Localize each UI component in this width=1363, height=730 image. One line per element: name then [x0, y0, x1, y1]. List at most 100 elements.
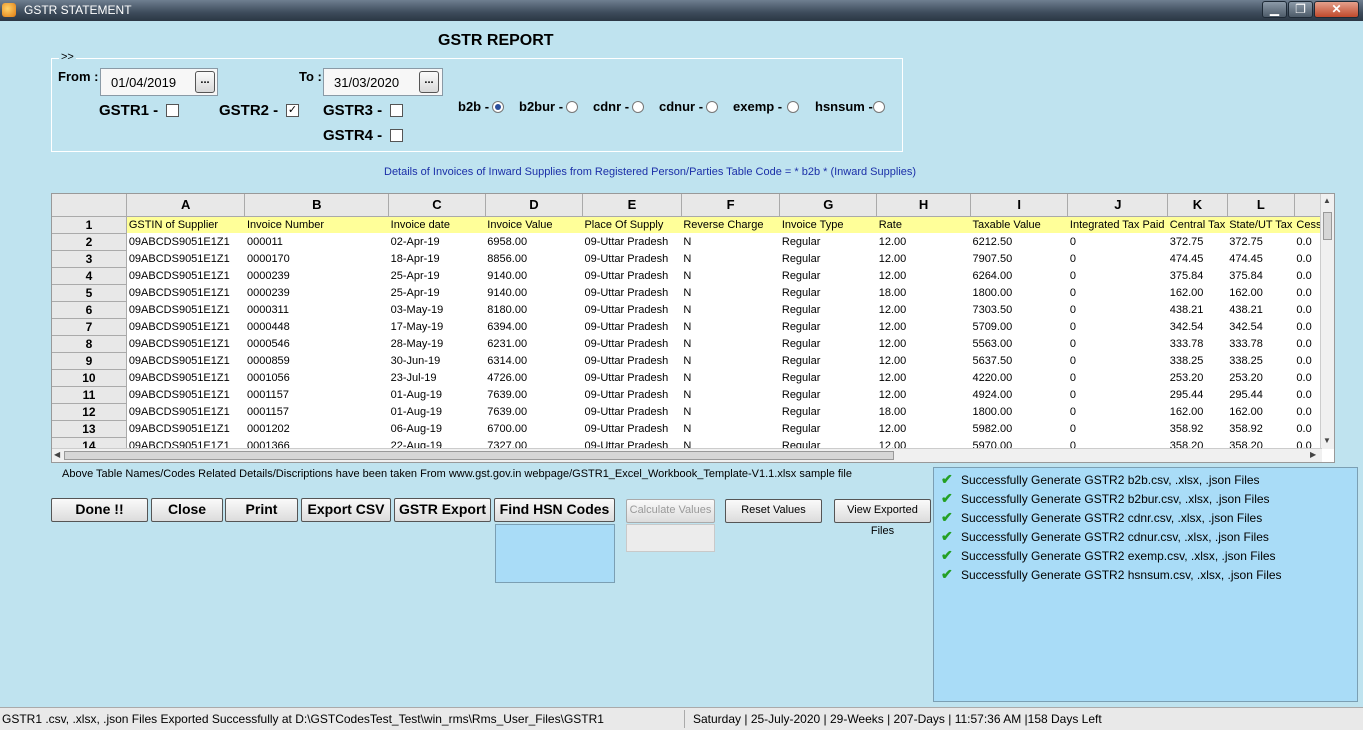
- header-cell[interactable]: Taxable Value: [970, 216, 1068, 233]
- table-cell[interactable]: 09-Uttar Pradesh: [582, 284, 681, 301]
- table-cell[interactable]: 09-Uttar Pradesh: [582, 233, 681, 250]
- close-window-button[interactable]: ✕: [1314, 1, 1359, 18]
- table-row[interactable]: 12 09ABCDS9051E1Z1 0001157 01-Aug-19 7639.0…: [52, 403, 1334, 421]
- table-cell[interactable]: N: [681, 352, 780, 369]
- table-cell[interactable]: 375.84: [1227, 267, 1294, 284]
- column-header[interactable]: K: [1167, 194, 1228, 217]
- column-header[interactable]: H: [876, 194, 971, 217]
- table-cell[interactable]: 12.00: [877, 420, 971, 437]
- table-cell[interactable]: 03-May-19: [389, 301, 486, 318]
- table-cell[interactable]: 09-Uttar Pradesh: [582, 403, 681, 420]
- table-cell[interactable]: 18-Apr-19: [389, 250, 486, 267]
- table-cell[interactable]: 0000448: [245, 318, 389, 335]
- header-cell[interactable]: Central Tax: [1167, 216, 1228, 233]
- table-cell[interactable]: Regular: [780, 301, 877, 318]
- column-header[interactable]: I: [970, 194, 1069, 217]
- table-cell[interactable]: 333.78: [1168, 335, 1227, 352]
- table-cell[interactable]: 09-Uttar Pradesh: [582, 250, 681, 267]
- header-cell[interactable]: Invoice date: [388, 216, 486, 233]
- table-cell[interactable]: 342.54: [1227, 318, 1294, 335]
- maximize-button[interactable]: ❐: [1288, 1, 1313, 18]
- table-cell[interactable]: 12.00: [877, 352, 971, 369]
- grid-corner-cell[interactable]: [52, 194, 127, 217]
- header-cell[interactable]: State/UT Tax: [1227, 216, 1295, 233]
- table-row[interactable]: 10 09ABCDS9051E1Z1 0001056 23-Jul-19 4726.0…: [52, 369, 1334, 387]
- table-cell[interactable]: 6212.50: [970, 233, 1067, 250]
- scroll-up-arrow-icon[interactable]: ▲: [1323, 196, 1331, 205]
- table-cell[interactable]: 0000311: [245, 301, 389, 318]
- table-row[interactable]: 7 09ABCDS9051E1Z1 0000448 17-May-19 6394.00…: [52, 318, 1334, 336]
- header-cell[interactable]: Invoice Type: [779, 216, 877, 233]
- scroll-right-arrow-icon[interactable]: ▶: [1310, 450, 1316, 459]
- column-header[interactable]: B: [244, 194, 390, 217]
- table-cell[interactable]: 1800.00: [970, 284, 1067, 301]
- table-row[interactable]: 9 09ABCDS9051E1Z1 0000859 30-Jun-19 6314.00…: [52, 352, 1334, 370]
- table-cell[interactable]: 9140.00: [485, 267, 582, 284]
- table-cell[interactable]: 18.00: [877, 284, 971, 301]
- table-cell[interactable]: 253.20: [1227, 369, 1294, 386]
- row-header[interactable]: 3: [52, 250, 127, 268]
- table-cell[interactable]: 338.25: [1227, 352, 1294, 369]
- table-row[interactable]: 4 09ABCDS9051E1Z1 0000239 25-Apr-19 9140.00 0…: [52, 267, 1334, 285]
- table-cell[interactable]: N: [681, 403, 780, 420]
- table-cell[interactable]: 0: [1068, 301, 1168, 318]
- table-cell[interactable]: 6700.00: [485, 420, 582, 437]
- table-cell[interactable]: 25-Apr-19: [389, 267, 486, 284]
- table-cell[interactable]: Regular: [780, 267, 877, 284]
- header-cell[interactable]: Place Of Supply: [582, 216, 682, 233]
- table-cell[interactable]: 09-Uttar Pradesh: [582, 352, 681, 369]
- table-cell[interactable]: 162.00: [1227, 403, 1294, 420]
- table-cell[interactable]: 0000239: [245, 267, 389, 284]
- header-cell[interactable]: Invoice Value: [485, 216, 583, 233]
- table-cell[interactable]: 438.21: [1227, 301, 1294, 318]
- gstr-export-button[interactable]: GSTR Export: [394, 498, 491, 522]
- table-cell[interactable]: 06-Aug-19: [389, 420, 486, 437]
- table-row[interactable]: 8 09ABCDS9051E1Z1 0000546 28-May-19 6231.00…: [52, 335, 1334, 353]
- table-cell[interactable]: 6394.00: [485, 318, 582, 335]
- table-cell[interactable]: 12.00: [877, 301, 971, 318]
- table-cell[interactable]: 0000170: [245, 250, 389, 267]
- table-cell[interactable]: 0: [1068, 386, 1168, 403]
- table-cell[interactable]: 5563.00: [970, 335, 1067, 352]
- table-cell[interactable]: 8180.00: [485, 301, 582, 318]
- table-cell[interactable]: 5637.50: [970, 352, 1067, 369]
- table-row[interactable]: 13 09ABCDS9051E1Z1 0001202 06-Aug-19 6700.0…: [52, 420, 1334, 438]
- table-cell[interactable]: 09ABCDS9051E1Z1: [126, 284, 245, 301]
- table-cell[interactable]: 0: [1068, 284, 1168, 301]
- table-cell[interactable]: 4220.00: [970, 369, 1067, 386]
- table-cell[interactable]: 295.44: [1227, 386, 1294, 403]
- table-cell[interactable]: 0: [1068, 403, 1168, 420]
- table-cell[interactable]: 0001202: [245, 420, 389, 437]
- table-cell[interactable]: 5982.00: [970, 420, 1067, 437]
- table-cell[interactable]: 09-Uttar Pradesh: [582, 335, 681, 352]
- column-header[interactable]: F: [681, 194, 781, 217]
- row-header[interactable]: 2: [52, 233, 127, 251]
- table-cell[interactable]: 0: [1068, 420, 1168, 437]
- table-row[interactable]: 5 09ABCDS9051E1Z1 0000239 25-Apr-19 9140.00…: [52, 284, 1334, 302]
- table-cell[interactable]: 438.21: [1168, 301, 1227, 318]
- gstr2-checkbox[interactable]: ✓: [286, 104, 299, 117]
- done-button[interactable]: Done !!: [51, 498, 148, 522]
- table-cell[interactable]: 9140.00: [485, 284, 582, 301]
- row-header[interactable]: 8: [52, 335, 127, 353]
- table-cell[interactable]: 5709.00: [970, 318, 1067, 335]
- table-cell[interactable]: 0001157: [245, 403, 389, 420]
- table-cell[interactable]: 8856.00: [485, 250, 582, 267]
- table-cell[interactable]: 12.00: [877, 233, 971, 250]
- table-cell[interactable]: 0001157: [245, 386, 389, 403]
- table-cell[interactable]: Regular: [780, 250, 877, 267]
- table-cell[interactable]: 6264.00: [970, 267, 1067, 284]
- table-cell[interactable]: 0001056: [245, 369, 389, 386]
- table-cell[interactable]: 0: [1068, 250, 1168, 267]
- table-cell[interactable]: 09ABCDS9051E1Z1: [126, 386, 245, 403]
- row-header[interactable]: 9: [52, 352, 127, 370]
- table-cell[interactable]: 7639.00: [485, 403, 582, 420]
- radio-b2bur[interactable]: [566, 101, 578, 113]
- scroll-left-arrow-icon[interactable]: ◀: [54, 450, 60, 459]
- vertical-scroll-thumb[interactable]: [1323, 212, 1332, 240]
- view-exported-files-button[interactable]: View Exported Files: [834, 499, 931, 537]
- table-cell[interactable]: 09ABCDS9051E1Z1: [126, 335, 245, 352]
- grid-horizontal-scrollbar[interactable]: ◀ ▶: [52, 448, 1322, 462]
- print-button[interactable]: Print: [225, 498, 298, 522]
- horizontal-scroll-thumb[interactable]: [64, 451, 894, 460]
